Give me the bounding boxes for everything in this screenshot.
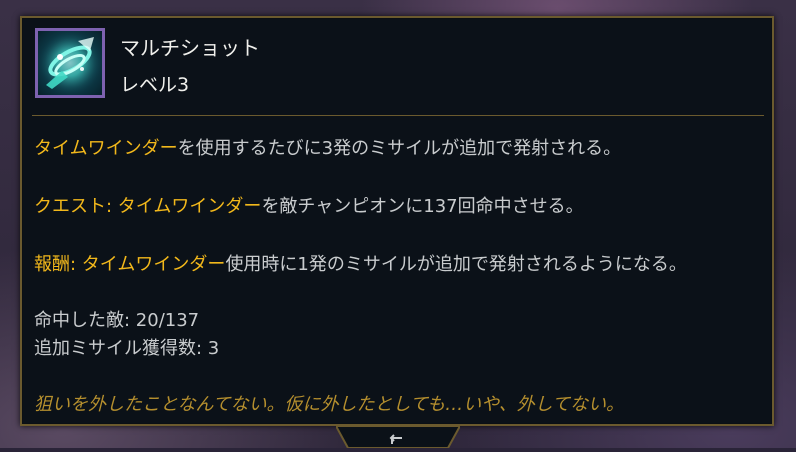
flavor-text: 狙いを外したことなんてない。仮に外したとしても…いや、外してない。 <box>34 394 625 415</box>
multishot-ability-icon <box>35 28 105 98</box>
stat-missiles-gained: 追加ミサイル獲得数: 3 <box>34 338 220 359</box>
quest-label: クエスト: <box>34 196 118 217</box>
stat-enemies-hit: 命中した敵: 20/137 <box>34 310 200 331</box>
divider <box>32 115 764 116</box>
augment-title: マルチショット <box>120 36 260 60</box>
ability-name-highlight: タイムワインダー <box>34 138 178 159</box>
reward-line: 報酬: タイムワインダー使用時に1発のミサイルが追加で発射されるようになる。 <box>34 250 687 276</box>
description-text: を使用するたびに3発のミサイルが追加で発射される。 <box>177 138 622 159</box>
quest-line: クエスト: タイムワインダーを敵チャンピオンに137回命中させる。 <box>34 192 584 218</box>
augment-level: レベル3 <box>120 74 190 96</box>
ability-name-highlight: タイムワインダー <box>117 196 262 217</box>
augment-tooltip: マルチショット レベル3 タイムワインダーを使用するたびに3発のミサイルが追加で… <box>20 16 774 426</box>
reward-label: 報酬: <box>34 254 82 275</box>
description-line-1: タイムワインダーを使用するたびに3発のミサイルが追加で発射される。 <box>34 134 621 160</box>
ability-name-highlight: タイムワインダー <box>81 254 226 275</box>
collapse-tab[interactable] <box>334 425 462 449</box>
reward-text: 使用時に1発のミサイルが追加で発射されるようになる。 <box>225 254 687 275</box>
quest-text: を敵チャンピオンに137回命中させる。 <box>261 196 584 217</box>
